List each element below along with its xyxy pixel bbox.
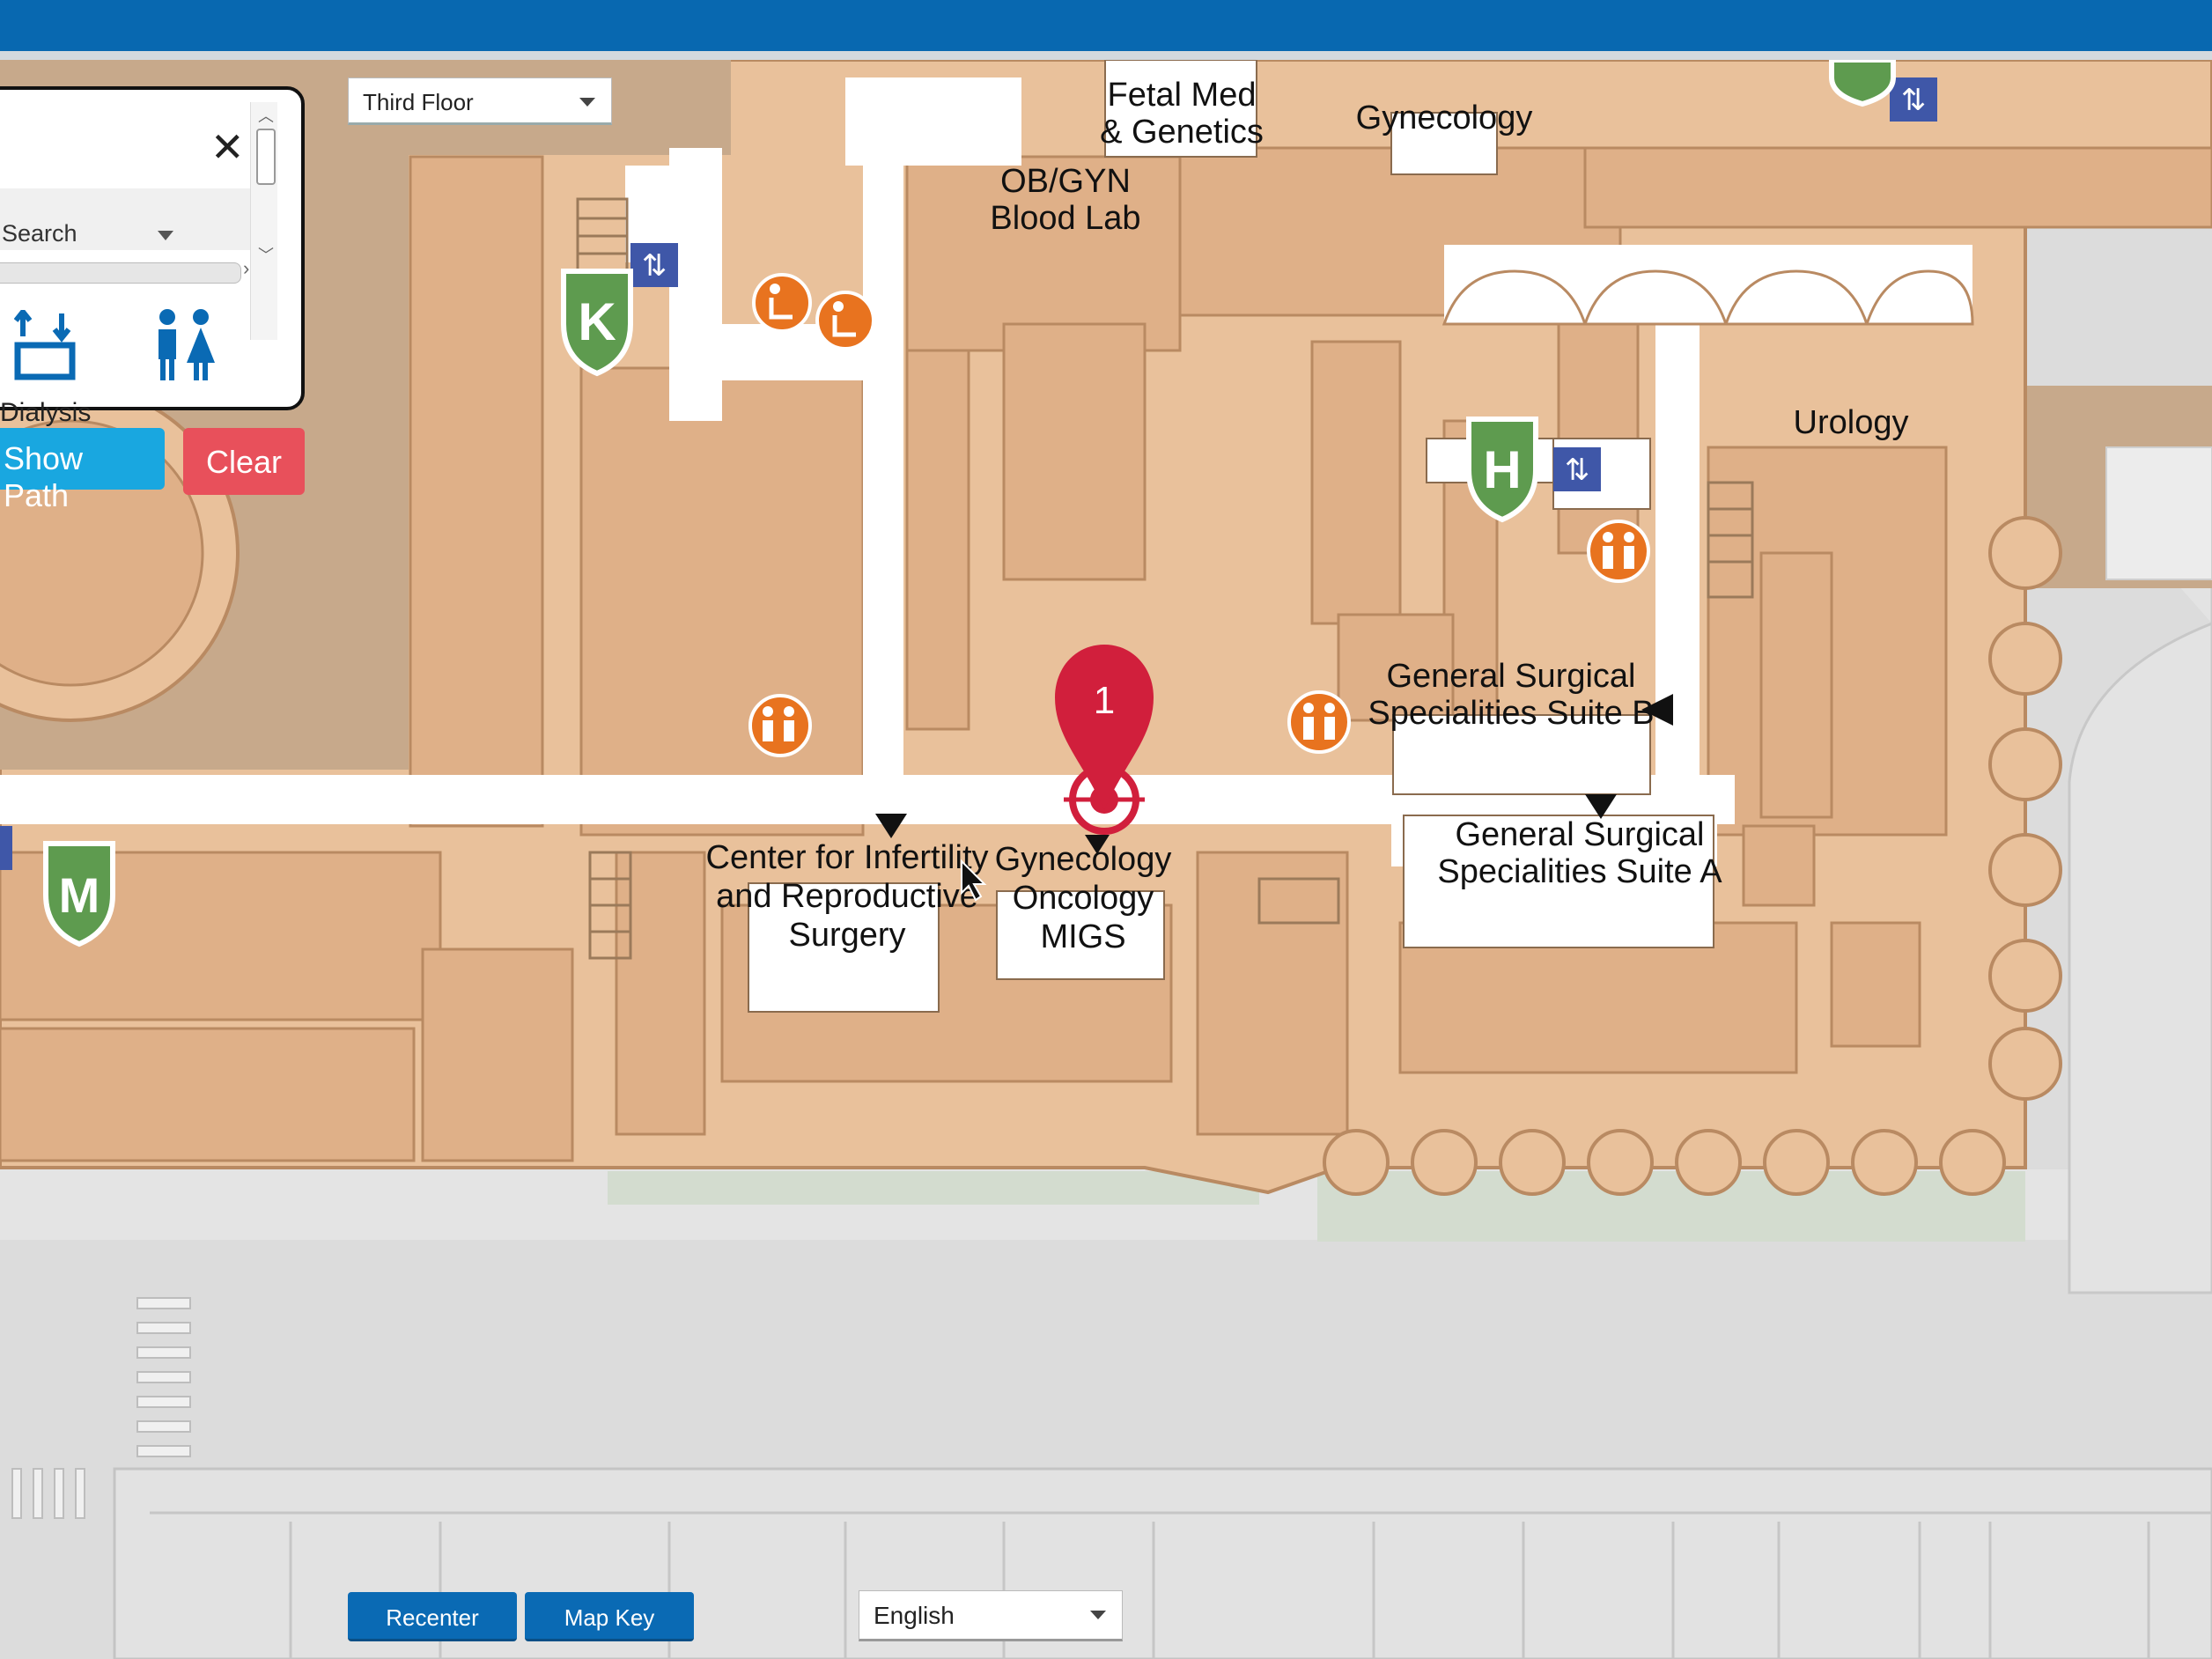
chevron-down-icon — [579, 98, 595, 107]
elevator-marker-m-icon[interactable]: M — [43, 841, 115, 947]
elevator-icon[interactable]: ⇅ — [1553, 447, 1601, 491]
restroom-filter-icon[interactable] — [151, 308, 218, 382]
language-select[interactable]: English — [859, 1590, 1123, 1641]
pin-number: 1 — [1094, 679, 1115, 722]
language-select-value: English — [874, 1602, 955, 1629]
label-gss-a-2: Specialities Suite A — [1437, 853, 1722, 890]
label-gss-b-1: General Surgical — [1386, 658, 1635, 695]
floor-select[interactable]: Third Floor — [348, 77, 612, 125]
clear-button[interactable]: Clear — [183, 428, 305, 495]
floor-map[interactable]: Fetal Med & Genetics Gynecology OB/GYN B… — [0, 60, 2212, 1659]
label-obgyn-2: Blood Lab — [990, 200, 1140, 237]
label-infertility-3: Surgery — [788, 917, 905, 954]
floor-select-value: Third Floor — [363, 89, 474, 115]
close-icon[interactable]: ✕ — [210, 127, 245, 167]
scroll-right-icon[interactable]: › — [243, 257, 249, 280]
recenter-button[interactable]: Recenter — [348, 1592, 517, 1641]
svg-text:⇅: ⇅ — [1565, 453, 1590, 488]
scroll-down-icon[interactable]: ﹀ — [258, 243, 274, 266]
svg-text:H: H — [1483, 440, 1521, 499]
search-panel: ✕ ︿ ﹀ Search › — [0, 86, 305, 410]
horizontal-scrollbar[interactable] — [0, 262, 241, 284]
elevator-icon[interactable] — [0, 826, 12, 870]
chevron-down-icon — [1090, 1611, 1106, 1619]
svg-text:⇅: ⇅ — [1901, 83, 1927, 118]
svg-text:M: M — [59, 867, 100, 923]
elevator-marker-partial-icon[interactable] — [1829, 60, 1896, 107]
floor-map-canvas[interactable]: Fetal Med & Genetics Gynecology OB/GYN B… — [0, 60, 2212, 1659]
elevator-marker-h-icon[interactable]: H — [1466, 417, 1538, 523]
label-gyn-onc-3: MIGS — [1040, 918, 1125, 955]
label-fetal-med-2: & Genetics — [1100, 114, 1264, 151]
family-restroom-icon[interactable] — [748, 694, 812, 757]
restroom-icon[interactable] — [1287, 690, 1351, 754]
svg-text:⇅: ⇅ — [642, 248, 667, 284]
label-gynecology: Gynecology — [1356, 100, 1533, 136]
top-header-bar — [0, 0, 2212, 60]
elevator-icon[interactable]: ⇅ — [630, 243, 678, 287]
label-urology: Urology — [1794, 404, 1909, 441]
svg-text:K: K — [578, 292, 616, 351]
panel-scrollbar[interactable]: ︿ ﹀ — [250, 102, 277, 340]
show-path-button[interactable]: Show Path — [0, 428, 165, 513]
label-obgyn-1: OB/GYN — [1000, 163, 1131, 200]
label-gss-b-2: Specialities Suite B — [1368, 695, 1654, 732]
elevator-marker-k-icon[interactable]: K — [561, 269, 633, 377]
planter-strip — [608, 1171, 1259, 1205]
partial-destination-label: Dialysis — [0, 398, 92, 427]
chevron-down-icon — [158, 231, 173, 240]
label-gss-a-1: General Surgical — [1455, 816, 1704, 853]
accessible-restroom-icon[interactable] — [752, 273, 812, 333]
label-infertility-1: Center for Infertility — [706, 839, 989, 876]
label-gyn-onc-1: Gynecology — [995, 841, 1172, 878]
stair-block-east — [2105, 446, 2212, 580]
map-key-button[interactable]: Map Key — [525, 1592, 694, 1641]
restroom-icon[interactable] — [1587, 520, 1650, 583]
elevator-icon[interactable]: ⇅ — [1890, 77, 1937, 122]
scrollbar-thumb[interactable] — [256, 129, 276, 185]
search-select[interactable]: Search — [2, 220, 77, 247]
elevator-filter-icon[interactable] — [14, 310, 76, 380]
label-gyn-onc-2: Oncology — [1013, 880, 1154, 917]
destination-pin-marker[interactable]: 1 — [1055, 645, 1154, 835]
scroll-up-icon[interactable]: ︿ — [258, 104, 274, 127]
label-fetal-med-1: Fetal Med — [1108, 77, 1257, 114]
accessible-restroom-icon[interactable] — [815, 291, 875, 350]
label-infertility-2: and Reproductive — [716, 878, 978, 915]
